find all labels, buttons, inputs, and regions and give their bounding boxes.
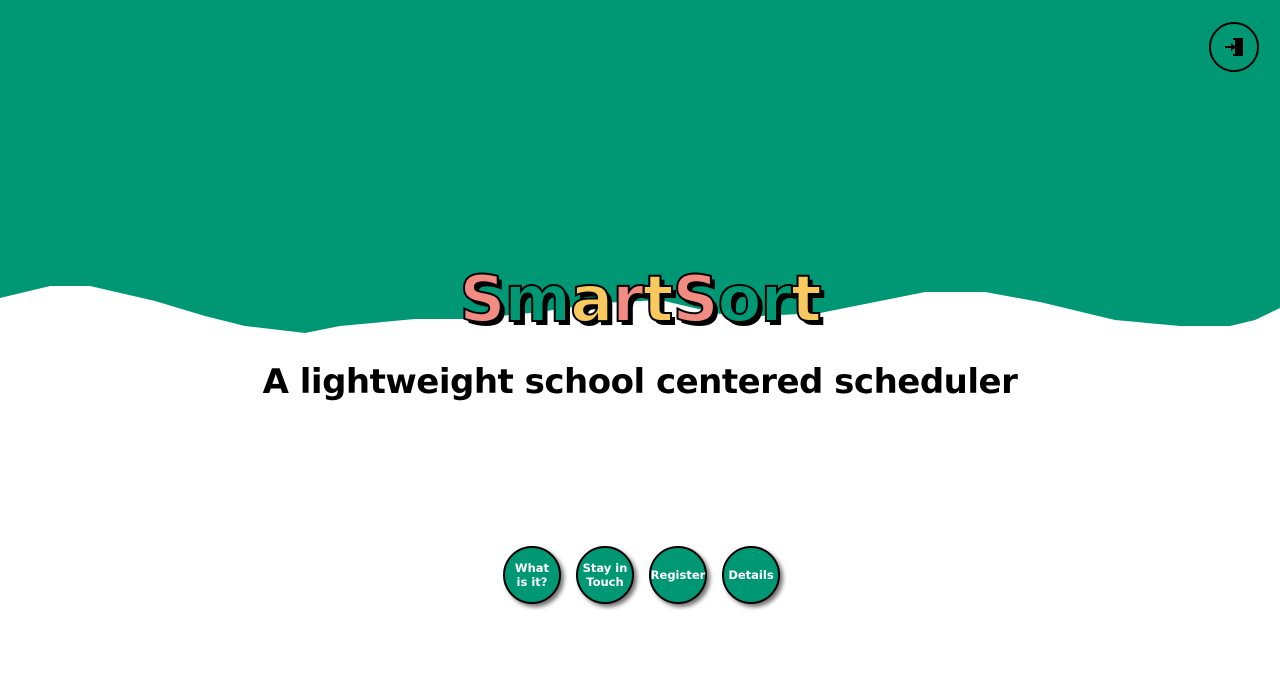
stay-in-touch-button[interactable]: Stay in Touch <box>576 546 634 604</box>
logo-letter: t <box>642 262 675 338</box>
logo-letter: S <box>458 262 506 338</box>
logo-letter: r <box>611 262 645 338</box>
details-button[interactable]: Details <box>722 546 780 604</box>
login-button[interactable] <box>1209 22 1259 72</box>
register-button[interactable]: Register <box>649 546 707 604</box>
logo-letter: m <box>503 262 572 338</box>
nav-buttons: What is it? Stay in Touch Register Detai… <box>0 546 1280 604</box>
logo-letter: a <box>569 262 614 338</box>
tagline: A lightweight school centered scheduler <box>262 362 1018 402</box>
landing-page: SmartSort A lightweight school centered … <box>0 0 1280 678</box>
logo-letter: t <box>790 262 823 338</box>
logo-letter: S <box>671 262 719 338</box>
what-is-it-button[interactable]: What is it? <box>503 546 561 604</box>
logo-letter: r <box>760 262 794 338</box>
logo-wordmark: SmartSort <box>0 262 1280 338</box>
sign-in-icon <box>1225 38 1243 56</box>
logo-letter: o <box>717 262 763 338</box>
